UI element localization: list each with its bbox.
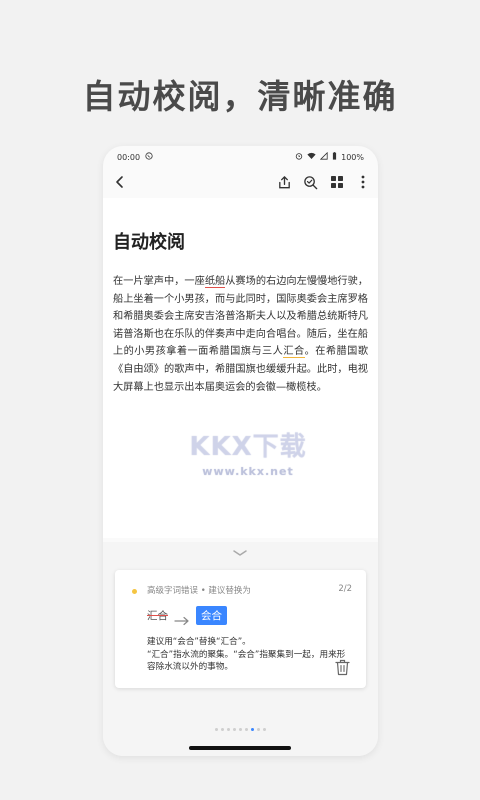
original-word: 汇合 xyxy=(147,610,168,622)
phone-frame: 00:00 100% 自动校阅 在一片掌声中，一座纸船从赛场的右边向左慢慢地行驶… xyxy=(103,146,378,756)
alarm-icon xyxy=(295,152,303,162)
document-body[interactable]: 在一片掌声中，一座纸船从赛场的右边向左慢慢地行驶，船上坐着一个小男孩，而与此同时… xyxy=(113,273,368,396)
document-page[interactable]: 自动校阅 在一片掌声中，一座纸船从赛场的右边向左慢慢地行驶，船上坐着一个小男孩，… xyxy=(103,198,378,538)
pager-dot[interactable] xyxy=(221,728,224,731)
watermark-url: www.kkx.net xyxy=(202,465,294,478)
chevron-left-icon[interactable] xyxy=(111,173,129,191)
error-type-label: 高级字词错误 • 建议替换为 xyxy=(147,586,251,596)
grid-icon[interactable] xyxy=(327,173,346,191)
share-icon[interactable] xyxy=(275,173,294,191)
toolbar-actions xyxy=(275,173,372,191)
home-indicator[interactable] xyxy=(189,746,291,750)
suggestion-counter: 2/2 xyxy=(338,584,352,594)
battery-icon xyxy=(332,152,337,162)
pager-dot[interactable] xyxy=(215,728,218,731)
card-pager[interactable] xyxy=(103,728,378,731)
flagged-word-warning[interactable]: 汇合 xyxy=(283,346,305,359)
explanation-line: “汇合”指水流的聚集。“会合”指聚集到一起，用来形容除水流以外的事物。 xyxy=(147,649,346,673)
status-icons: 100% xyxy=(295,151,364,162)
explanation-line: 建议用“会合”替换“汇合”。 xyxy=(147,637,251,647)
watermark-logo: KKX下载 xyxy=(189,432,307,462)
replacement-row: 汇合 会合 xyxy=(147,606,227,625)
review-card[interactable]: 高级字词错误 • 建议替换为 2/2 汇合 会合 建议用“会合”替换“汇合”。 … xyxy=(115,570,366,688)
promo-headline: 自动校阅，清晰准确 xyxy=(82,77,398,116)
pager-dot[interactable] xyxy=(239,728,242,731)
status-bar: 00:00 100% xyxy=(103,146,378,168)
whatsapp-icon xyxy=(145,152,153,162)
review-panel: 高级字词错误 • 建议替换为 2/2 汇合 会合 建议用“会合”替换“汇合”。 … xyxy=(103,542,378,756)
editor-toolbar xyxy=(103,170,378,194)
watermark: KKX下载 www.kkx.net xyxy=(163,426,333,478)
document-title[interactable]: 自动校阅 xyxy=(113,228,185,254)
pager-dot[interactable] xyxy=(233,728,236,731)
arrow-right-icon xyxy=(174,611,190,625)
pager-dot[interactable] xyxy=(245,728,248,731)
search-check-icon[interactable] xyxy=(301,173,320,191)
pager-dot[interactable] xyxy=(227,728,230,731)
pager-dot[interactable] xyxy=(263,728,266,731)
more-vertical-icon[interactable] xyxy=(353,173,372,191)
pager-dot[interactable] xyxy=(257,728,260,731)
pager-dot[interactable] xyxy=(251,728,254,731)
text-segment: 在一片掌声中，一座 xyxy=(113,276,205,287)
flagged-word-error[interactable]: 纸船 xyxy=(204,276,226,288)
suggested-word-button[interactable]: 会合 xyxy=(196,606,227,625)
suggestion-explanation: 建议用“会合”替换“汇合”。 “汇合”指水流的聚集。“会合”指聚集到一起，用来形… xyxy=(147,636,347,674)
battery-level: 100% xyxy=(341,152,364,162)
status-time: 00:00 xyxy=(117,153,141,162)
signal-icon xyxy=(319,151,328,162)
severity-dot xyxy=(132,589,137,594)
chevron-down-icon[interactable] xyxy=(231,544,249,556)
trash-icon[interactable] xyxy=(335,659,350,676)
wifi-icon xyxy=(307,152,316,162)
